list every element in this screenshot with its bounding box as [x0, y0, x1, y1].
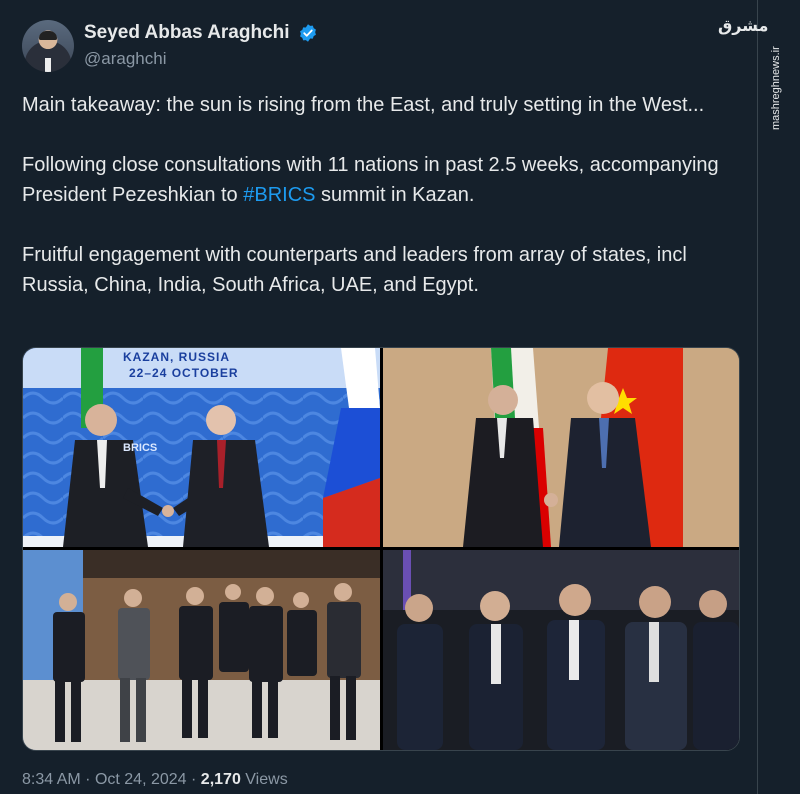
- views-label: Views: [245, 771, 288, 788]
- photo-3-scene: [23, 550, 380, 750]
- views-count: 2,170: [200, 771, 241, 788]
- photo-3[interactable]: [23, 550, 380, 750]
- footer-separator: ·: [85, 771, 91, 788]
- hashtag-link[interactable]: #BRICS: [243, 184, 315, 206]
- author-display-name[interactable]: Seyed Abbas Araghchi: [84, 22, 290, 44]
- banner-location: KAZAN, RUSSIA: [123, 350, 231, 364]
- tweet-date[interactable]: Oct 24, 2024: [95, 771, 187, 788]
- photo-2-scene: [383, 348, 739, 547]
- tweet-footer: 8:34 AM · Oct 24, 2024 · 2,170 Views: [22, 771, 288, 789]
- photo-2[interactable]: [383, 348, 739, 547]
- tweet-time[interactable]: 8:34 AM: [22, 771, 81, 788]
- tweet-paragraph-2: Following close consultations with 11 na…: [22, 150, 742, 210]
- author-names: Seyed Abbas Araghchi @araghchi: [84, 22, 318, 69]
- tweet-paragraph-3: Fruitful engagement with counterparts an…: [22, 244, 687, 296]
- photo-4-scene: [383, 550, 739, 750]
- watermark-logo: مشرق: [718, 16, 769, 35]
- media-grid: KAZAN, RUSSIA 22–24 OCTOBER BRICS: [22, 347, 740, 751]
- photo-1[interactable]: KAZAN, RUSSIA 22–24 OCTOBER BRICS: [23, 348, 380, 547]
- avatar[interactable]: [22, 20, 74, 72]
- tweet-text: Main takeaway: the sun is rising from th…: [22, 90, 742, 300]
- verified-badge-icon: [300, 24, 316, 42]
- tweet-paragraph-2-end: summit in Kazan.: [315, 184, 475, 206]
- watermark-site: mashreghnews.ir: [770, 46, 782, 130]
- photo-4[interactable]: [383, 550, 739, 750]
- brics-logo-text: BRICS: [123, 442, 158, 454]
- banner-dates: 22–24 OCTOBER: [129, 366, 239, 380]
- tweet-header: Seyed Abbas Araghchi @araghchi: [22, 20, 722, 72]
- timeline-border: [757, 0, 758, 794]
- footer-separator-2: ·: [191, 771, 197, 788]
- tweet-paragraph-1: Main takeaway: the sun is rising from th…: [22, 94, 705, 116]
- author-handle[interactable]: @araghchi: [84, 49, 318, 69]
